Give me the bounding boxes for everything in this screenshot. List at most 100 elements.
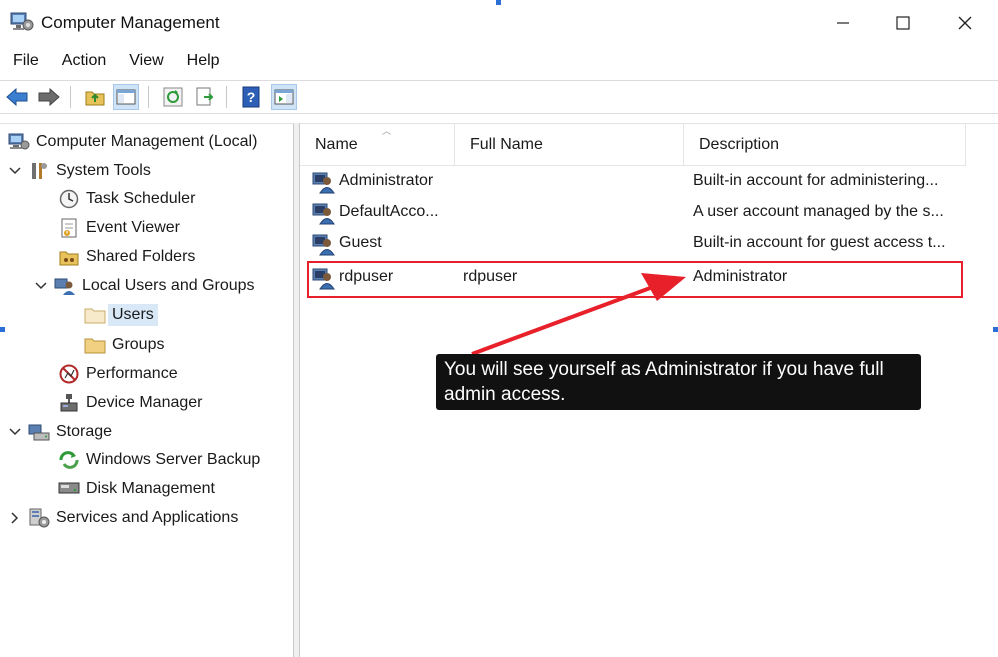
tree-label: Windows Server Backup [86,451,261,468]
column-header-name[interactable]: Name [300,124,455,166]
tree-item-services-applications[interactable]: Services and Applications [8,505,238,531]
user-icon [312,170,336,194]
user-icon [312,201,336,225]
tree-label: Services and Applications [56,509,239,526]
computer-management-icon [8,131,30,153]
export-list-button[interactable] [192,84,218,110]
tree-label: Task Scheduler [86,190,196,207]
chevron-down-icon[interactable] [34,279,48,293]
back-arrow-icon [6,88,28,106]
user-description: Built-in account for administering... [693,172,939,189]
users-group-icon [54,275,76,297]
console-tree: Computer Management (Local) System Tools… [0,123,294,657]
chevron-down-icon[interactable] [8,164,22,178]
tree-label: Computer Management (Local) [36,133,258,150]
clock-icon [58,188,80,210]
user-name: Administrator [339,172,434,189]
maximize-icon [896,16,910,30]
tree-label: Users [108,304,158,326]
tree-label: System Tools [56,162,151,179]
tree-item-groups[interactable]: Groups [84,332,164,358]
export-icon [196,87,214,106]
tree-item-storage[interactable]: Storage [8,419,112,445]
show-hide-action-pane-button[interactable] [271,84,297,110]
tools-icon [28,160,50,182]
back-button[interactable] [4,84,30,110]
window-title: Computer Management [41,13,220,32]
maximize-button[interactable] [880,6,926,40]
computer-management-window: Computer Management File Action View Hel… [0,0,998,657]
tree-item-task-scheduler[interactable]: Task Scheduler [58,186,195,212]
tree-item-disk-management[interactable]: Disk Management [58,476,215,502]
backup-icon [58,449,80,471]
user-name: Guest [339,234,382,251]
user-description: A user account managed by the s... [693,203,944,220]
tree-label: Storage [56,423,113,440]
resize-handle [0,327,5,332]
tree-item-local-users-groups[interactable]: Local Users and Groups [34,273,255,299]
tree-item-event-viewer[interactable]: Event Viewer [58,215,180,241]
tree-item-performance[interactable]: Performance [58,361,178,387]
user-name: DefaultAcco... [339,203,439,220]
help-book-icon: ? [242,86,260,108]
close-icon [958,16,972,30]
toolbar-separator [70,86,71,108]
menu-bar: File Action View Help [0,48,230,76]
toolbar-separator [148,86,149,108]
tree-item-device-manager[interactable]: Device Manager [58,390,203,416]
close-button[interactable] [942,6,988,40]
performance-icon [58,363,80,385]
tree-item-system-tools[interactable]: System Tools [8,158,151,184]
show-hide-console-tree-button[interactable] [113,84,139,110]
refresh-icon [163,87,183,107]
menu-view[interactable]: View [116,48,173,76]
tree-item-windows-server-backup[interactable]: Windows Server Backup [58,447,260,473]
tree-label: Disk Management [86,480,215,497]
console-tree-icon [116,89,136,105]
chevron-right-icon[interactable] [8,511,22,525]
device-manager-icon [58,392,80,414]
tree-label: Groups [112,336,165,353]
chevron-down-icon[interactable] [8,425,22,439]
help-button[interactable]: ? [238,84,264,110]
minimize-icon [837,22,849,24]
list-item[interactable]: Administrator Built-in account for admin… [300,167,966,197]
folder-icon [84,334,106,356]
title-bar: Computer Management [0,0,998,46]
column-header-full-name[interactable]: Full Name [455,124,684,166]
toolbar-separator [226,86,227,108]
refresh-button[interactable] [160,84,186,110]
menu-action[interactable]: Action [49,48,116,76]
services-icon [28,507,50,529]
tree-label: Event Viewer [86,219,180,236]
resize-handle [993,327,998,332]
shared-folder-icon [58,246,80,268]
menu-file[interactable]: File [0,48,49,76]
action-pane-icon [274,89,294,105]
annotation-callout: You will see yourself as Administrator i… [436,354,921,410]
tree-item-computer-management[interactable]: Computer Management (Local) [8,129,257,155]
list-item[interactable]: Guest Built-in account for guest access … [300,229,966,259]
user-icon [312,232,336,256]
svg-text:?: ? [247,89,256,105]
column-header-description[interactable]: Description [684,124,966,166]
menu-help[interactable]: Help [174,48,230,76]
highlight-box [307,261,963,298]
list-item[interactable]: DefaultAcco... A user account managed by… [300,198,966,228]
tree-label: Device Manager [86,394,203,411]
tree-label: Shared Folders [86,248,196,265]
storage-icon [28,421,50,443]
forward-button[interactable] [36,84,62,110]
minimize-button[interactable] [820,6,866,40]
tree-item-shared-folders[interactable]: Shared Folders [58,244,195,270]
toolbar: ? [0,80,998,114]
tree-label: Performance [86,365,178,382]
list-header: ︿ Name Full Name Description [300,124,966,166]
tree-label: Local Users and Groups [82,277,255,294]
computer-management-icon [10,11,34,33]
event-viewer-icon [58,217,80,239]
disk-icon [58,478,80,500]
tree-item-users[interactable]: Users [84,302,158,328]
up-folder-button[interactable] [82,84,108,110]
user-description: Built-in account for guest access t... [693,234,946,251]
